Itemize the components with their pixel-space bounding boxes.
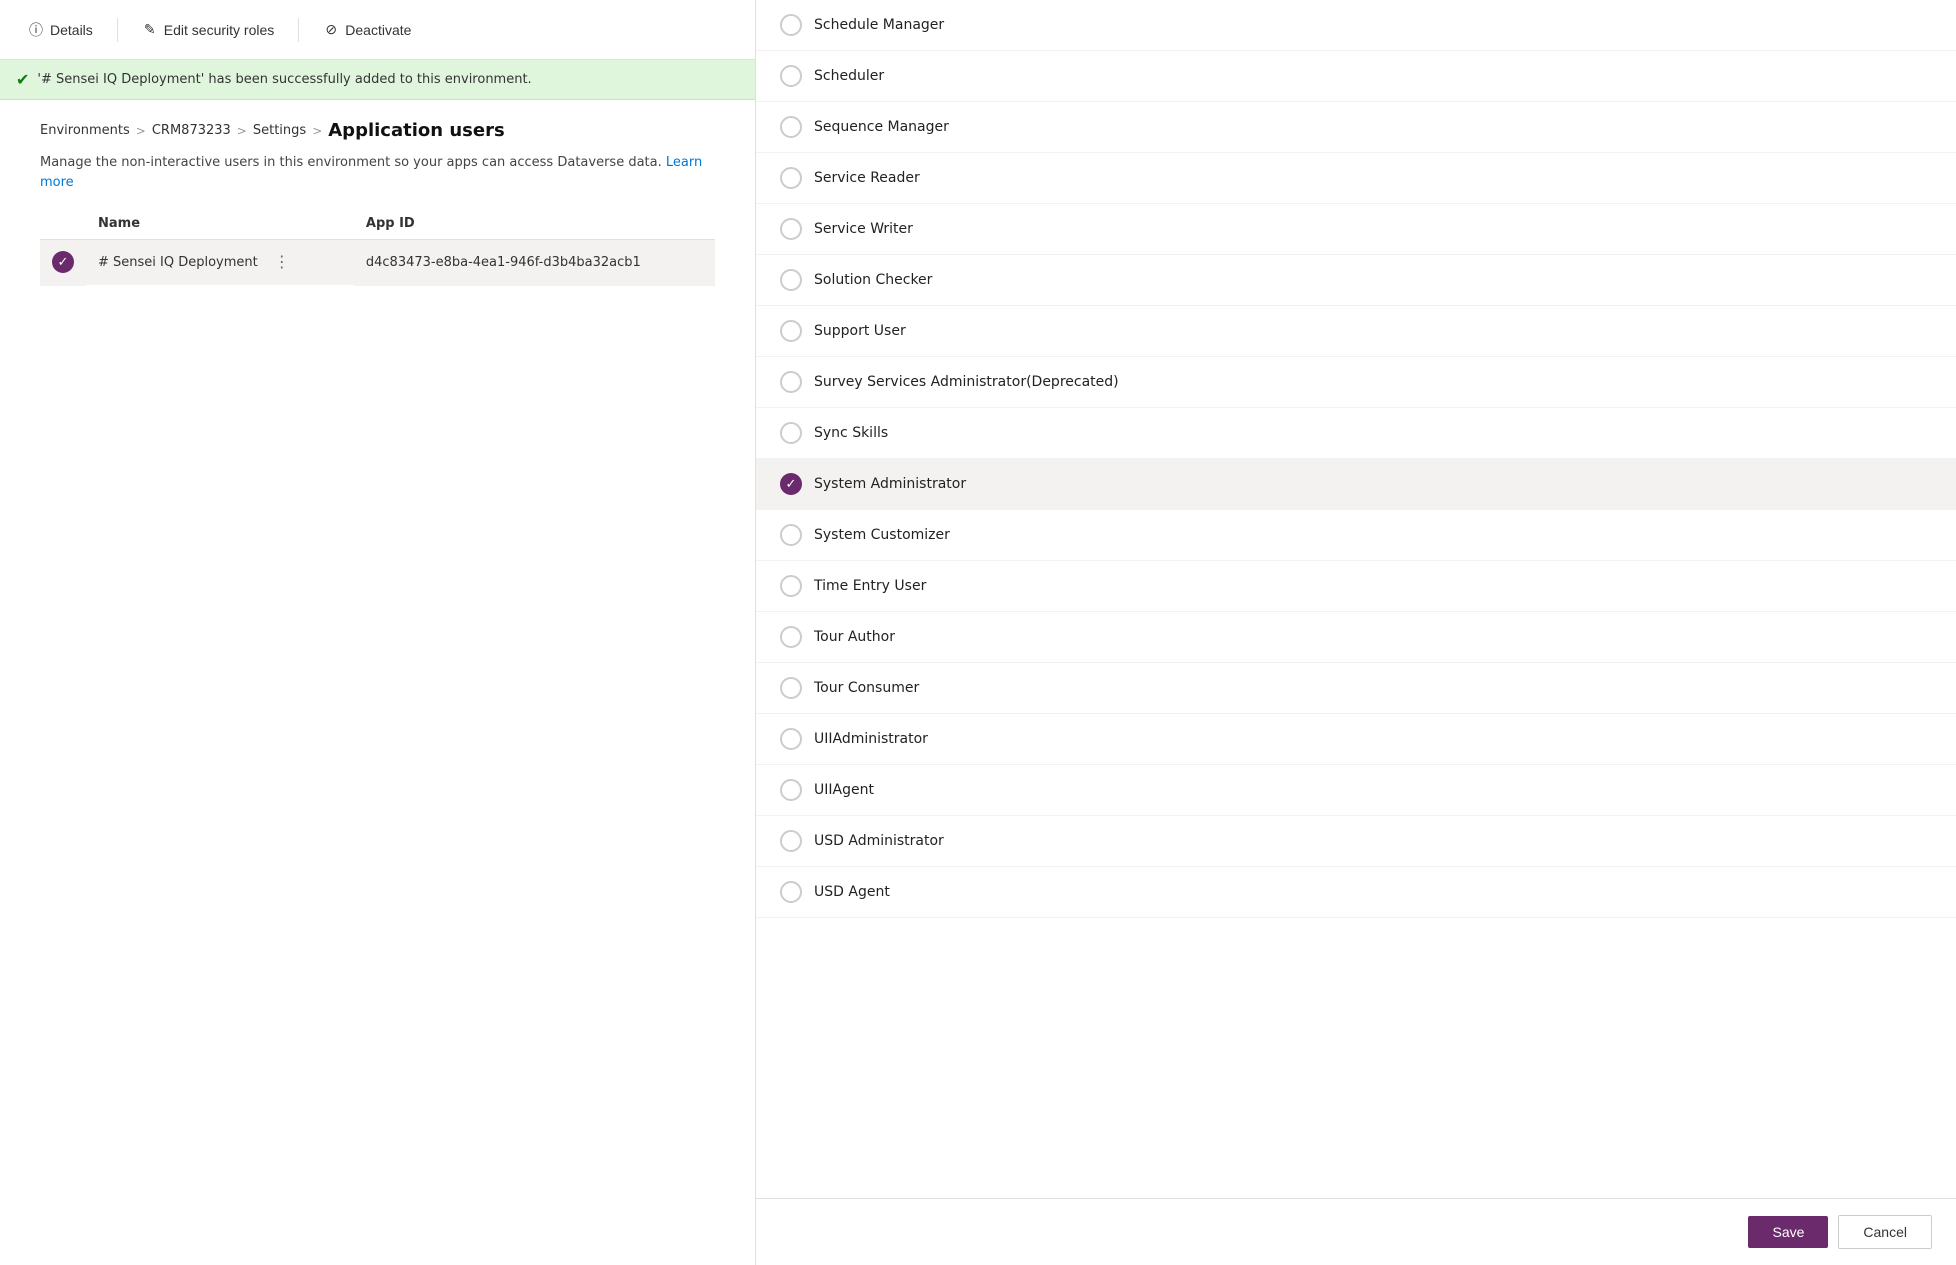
role-item[interactable]: System Customizer [756,510,1956,561]
role-name: Sync Skills [814,425,888,441]
role-item[interactable]: Solution Checker [756,255,1956,306]
role-name: System Customizer [814,527,950,543]
row-more-button[interactable]: ⋮ [268,250,296,274]
role-item[interactable]: Sequence Manager [756,102,1956,153]
role-check-empty-icon [780,269,802,291]
breadcrumb: Environments > CRM873233 > Settings > Ap… [40,120,715,141]
table-header-name: Name [86,208,354,240]
role-name: Tour Author [814,629,895,645]
toolbar-divider-1 [117,18,118,42]
role-item[interactable]: UIIAgent [756,765,1956,816]
save-button[interactable]: Save [1748,1216,1828,1248]
deactivate-label: Deactivate [345,22,411,38]
role-item[interactable]: USD Agent [756,867,1956,918]
role-item[interactable]: ✓ System Administrator [756,459,1956,510]
edit-security-roles-label: Edit security roles [164,22,274,38]
role-name: Schedule Manager [814,17,944,33]
details-button[interactable]: ⓘ Details [16,16,105,44]
role-item[interactable]: UIIAdministrator [756,714,1956,765]
edit-icon: ✎ [142,22,158,38]
role-item[interactable]: Scheduler [756,51,1956,102]
cancel-button[interactable]: Cancel [1838,1215,1932,1249]
toolbar: ⓘ Details ✎ Edit security roles ⊘ Deacti… [0,0,755,60]
success-banner: ✔ '# Sensei IQ Deployment' has been succ… [0,60,755,100]
role-check-empty-icon [780,626,802,648]
breadcrumb-sep-2: > [237,124,247,138]
role-name: USD Administrator [814,833,944,849]
breadcrumb-environments[interactable]: Environments [40,123,130,138]
check-icon: ✓ [52,251,74,273]
role-name: Sequence Manager [814,119,949,135]
role-check-icon: ✓ [780,473,802,495]
breadcrumb-current: Application users [328,120,504,141]
success-icon: ✔ [16,70,29,89]
deactivate-button[interactable]: ⊘ Deactivate [311,16,423,44]
row-name: # Sensei IQ Deployment ⋮ [86,240,354,285]
description-text: Manage the non-interactive users in this… [40,155,662,170]
left-panel: ⓘ Details ✎ Edit security roles ⊘ Deacti… [0,0,756,1265]
role-check-empty-icon [780,830,802,852]
role-item[interactable]: Sync Skills [756,408,1956,459]
role-name: Support User [814,323,906,339]
role-check-empty-icon [780,677,802,699]
role-name: UIIAdministrator [814,731,928,747]
role-name: Survey Services Administrator(Deprecated… [814,374,1119,390]
role-check-empty-icon [780,575,802,597]
role-name: Solution Checker [814,272,932,288]
role-check-empty-icon [780,116,802,138]
role-check-empty-icon [780,218,802,240]
role-check-empty-icon [780,422,802,444]
role-check-empty-icon [780,881,802,903]
row-name-text: # Sensei IQ Deployment [98,255,258,270]
page-description: Manage the non-interactive users in this… [0,149,755,208]
details-label: Details [50,22,93,38]
role-item[interactable]: Service Reader [756,153,1956,204]
role-name: Service Writer [814,221,913,237]
role-item[interactable]: Tour Consumer [756,663,1956,714]
info-icon: ⓘ [28,22,44,38]
row-appid: d4c83473-e8ba-4ea1-946f-d3b4ba32acb1 [354,240,715,286]
success-message: '# Sensei IQ Deployment' has been succes… [37,72,531,87]
table-container: Name App ID ✓ # Sensei IQ Deployment ⋮ d… [0,208,755,286]
breadcrumb-area: Environments > CRM873233 > Settings > Ap… [0,100,755,149]
role-item[interactable]: Survey Services Administrator(Deprecated… [756,357,1956,408]
role-item[interactable]: Service Writer [756,204,1956,255]
breadcrumb-crm[interactable]: CRM873233 [152,123,231,138]
role-check-empty-icon [780,14,802,36]
table-header-checkbox [40,208,86,240]
role-item[interactable]: Time Entry User [756,561,1956,612]
breadcrumb-sep-1: > [136,124,146,138]
role-check-empty-icon [780,65,802,87]
role-name: Service Reader [814,170,920,186]
roles-list: Schedule Manager Scheduler Sequence Mana… [756,0,1956,1198]
role-item[interactable]: Schedule Manager [756,0,1956,51]
row-checkbox-cell: ✓ [40,240,86,286]
table-row[interactable]: ✓ # Sensei IQ Deployment ⋮ d4c83473-e8ba… [40,240,715,286]
role-check-empty-icon [780,371,802,393]
role-check-empty-icon [780,524,802,546]
role-check-empty-icon [780,167,802,189]
role-name: System Administrator [814,476,966,492]
role-check-empty-icon [780,779,802,801]
right-panel: Schedule Manager Scheduler Sequence Mana… [756,0,1956,1265]
table-header-appid: App ID [354,208,715,240]
breadcrumb-settings[interactable]: Settings [253,123,306,138]
role-item[interactable]: Support User [756,306,1956,357]
role-name: UIIAgent [814,782,874,798]
role-name: Time Entry User [814,578,926,594]
role-item[interactable]: Tour Author [756,612,1956,663]
role-name: USD Agent [814,884,890,900]
role-name: Scheduler [814,68,884,84]
role-check-empty-icon [780,320,802,342]
role-item[interactable]: USD Administrator [756,816,1956,867]
toolbar-divider-2 [298,18,299,42]
deactivate-icon: ⊘ [323,22,339,38]
users-table: Name App ID ✓ # Sensei IQ Deployment ⋮ d… [40,208,715,286]
role-check-empty-icon [780,728,802,750]
breadcrumb-sep-3: > [312,124,322,138]
role-name: Tour Consumer [814,680,919,696]
panel-footer: Save Cancel [756,1198,1956,1265]
edit-security-roles-button[interactable]: ✎ Edit security roles [130,16,286,44]
